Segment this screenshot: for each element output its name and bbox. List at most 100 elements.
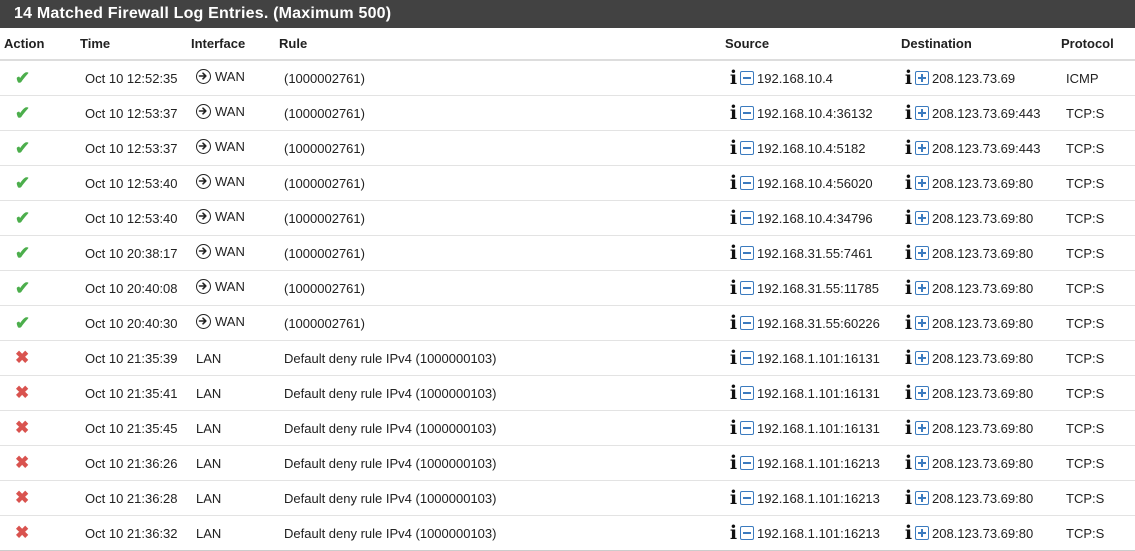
info-icon[interactable]: i (904, 68, 913, 88)
info-icon[interactable]: i (729, 173, 738, 193)
arrow-circle-right-icon[interactable] (196, 139, 211, 154)
arrow-circle-right-icon[interactable] (196, 69, 211, 84)
plus-square-icon[interactable] (915, 456, 929, 470)
x-icon[interactable]: ✖ (15, 488, 29, 507)
plus-square-icon[interactable] (915, 106, 929, 120)
rule-cell[interactable]: Default deny rule IPv4 (1000000103) (279, 480, 725, 516)
column-header-source[interactable]: Source (725, 28, 901, 61)
minus-square-icon[interactable] (740, 106, 754, 120)
rule-cell[interactable]: Default deny rule IPv4 (1000000103) (279, 375, 725, 411)
rule-cell[interactable]: (1000002761) (279, 60, 725, 96)
info-icon[interactable]: i (729, 383, 738, 403)
plus-square-icon[interactable] (915, 246, 929, 260)
info-icon[interactable]: i (904, 418, 913, 438)
check-icon[interactable]: ✔ (15, 173, 30, 193)
minus-square-icon[interactable] (740, 246, 754, 260)
column-header-interface[interactable]: Interface (191, 28, 279, 61)
rule-cell[interactable]: (1000002761) (279, 235, 725, 271)
minus-square-icon[interactable] (740, 351, 754, 365)
plus-square-icon[interactable] (915, 526, 929, 540)
arrow-circle-right-icon[interactable] (196, 279, 211, 294)
info-icon[interactable]: i (729, 68, 738, 88)
minus-square-icon[interactable] (740, 421, 754, 435)
check-icon[interactable]: ✔ (15, 278, 30, 298)
info-icon[interactable]: i (729, 453, 738, 473)
check-icon[interactable]: ✔ (15, 103, 30, 123)
arrow-circle-right-icon[interactable] (196, 314, 211, 329)
rule-cell[interactable]: (1000002761) (279, 95, 725, 131)
rule-cell[interactable]: Default deny rule IPv4 (1000000103) (279, 445, 725, 481)
check-icon[interactable]: ✔ (15, 68, 30, 88)
column-header-time[interactable]: Time (80, 28, 191, 61)
info-icon[interactable]: i (904, 243, 913, 263)
info-icon[interactable]: i (729, 488, 738, 508)
column-header-destination[interactable]: Destination (901, 28, 1061, 61)
x-icon[interactable]: ✖ (15, 453, 29, 472)
info-icon[interactable]: i (904, 103, 913, 123)
minus-square-icon[interactable] (740, 386, 754, 400)
rule-cell[interactable]: Default deny rule IPv4 (1000000103) (279, 340, 725, 376)
minus-square-icon[interactable] (740, 316, 754, 330)
minus-square-icon[interactable] (740, 211, 754, 225)
x-icon[interactable]: ✖ (15, 418, 29, 437)
minus-square-icon[interactable] (740, 491, 754, 505)
rule-cell[interactable]: (1000002761) (279, 305, 725, 341)
info-icon[interactable]: i (904, 488, 913, 508)
column-header-action[interactable]: Action (0, 28, 80, 61)
x-icon[interactable]: ✖ (15, 383, 29, 402)
rule-cell[interactable]: (1000002761) (279, 165, 725, 201)
plus-square-icon[interactable] (915, 211, 929, 225)
plus-square-icon[interactable] (915, 421, 929, 435)
column-header-protocol[interactable]: Protocol (1061, 28, 1135, 61)
info-icon[interactable]: i (904, 453, 913, 473)
info-icon[interactable]: i (729, 418, 738, 438)
info-icon[interactable]: i (729, 313, 738, 333)
info-icon[interactable]: i (904, 313, 913, 333)
plus-square-icon[interactable] (915, 176, 929, 190)
arrow-circle-right-icon[interactable] (196, 209, 211, 224)
minus-square-icon[interactable] (740, 281, 754, 295)
info-icon[interactable]: i (904, 138, 913, 158)
check-icon[interactable]: ✔ (15, 138, 30, 158)
plus-square-icon[interactable] (915, 141, 929, 155)
info-icon[interactable]: i (729, 138, 738, 158)
check-icon[interactable]: ✔ (15, 313, 30, 333)
info-icon[interactable]: i (904, 383, 913, 403)
check-icon[interactable]: ✔ (15, 208, 30, 228)
rule-cell[interactable]: (1000002761) (279, 270, 725, 306)
info-icon[interactable]: i (904, 173, 913, 193)
rule-cell[interactable]: (1000002761) (279, 130, 725, 166)
info-icon[interactable]: i (904, 523, 913, 543)
info-icon[interactable]: i (729, 348, 738, 368)
check-icon[interactable]: ✔ (15, 243, 30, 263)
info-icon[interactable]: i (904, 208, 913, 228)
plus-square-icon[interactable] (915, 351, 929, 365)
rule-cell[interactable]: Default deny rule IPv4 (1000000103) (279, 410, 725, 446)
minus-square-icon[interactable] (740, 176, 754, 190)
plus-square-icon[interactable] (915, 71, 929, 85)
minus-square-icon[interactable] (740, 71, 754, 85)
info-icon[interactable]: i (904, 278, 913, 298)
info-icon[interactable]: i (729, 523, 738, 543)
rule-cell[interactable]: (1000002761) (279, 200, 725, 236)
minus-square-icon[interactable] (740, 456, 754, 470)
minus-square-icon[interactable] (740, 526, 754, 540)
plus-square-icon[interactable] (915, 491, 929, 505)
time-cell: Oct 10 21:35:45 (80, 410, 191, 446)
column-header-rule[interactable]: Rule (279, 28, 725, 61)
info-icon[interactable]: i (904, 348, 913, 368)
info-icon[interactable]: i (729, 243, 738, 263)
x-icon[interactable]: ✖ (15, 523, 29, 542)
minus-square-icon[interactable] (740, 141, 754, 155)
info-icon[interactable]: i (729, 103, 738, 123)
plus-square-icon[interactable] (915, 316, 929, 330)
arrow-circle-right-icon[interactable] (196, 244, 211, 259)
plus-square-icon[interactable] (915, 386, 929, 400)
info-icon[interactable]: i (729, 278, 738, 298)
arrow-circle-right-icon[interactable] (196, 104, 211, 119)
plus-square-icon[interactable] (915, 281, 929, 295)
rule-cell[interactable]: Default deny rule IPv4 (1000000103) (279, 515, 725, 550)
x-icon[interactable]: ✖ (15, 348, 29, 367)
info-icon[interactable]: i (729, 208, 738, 228)
arrow-circle-right-icon[interactable] (196, 174, 211, 189)
